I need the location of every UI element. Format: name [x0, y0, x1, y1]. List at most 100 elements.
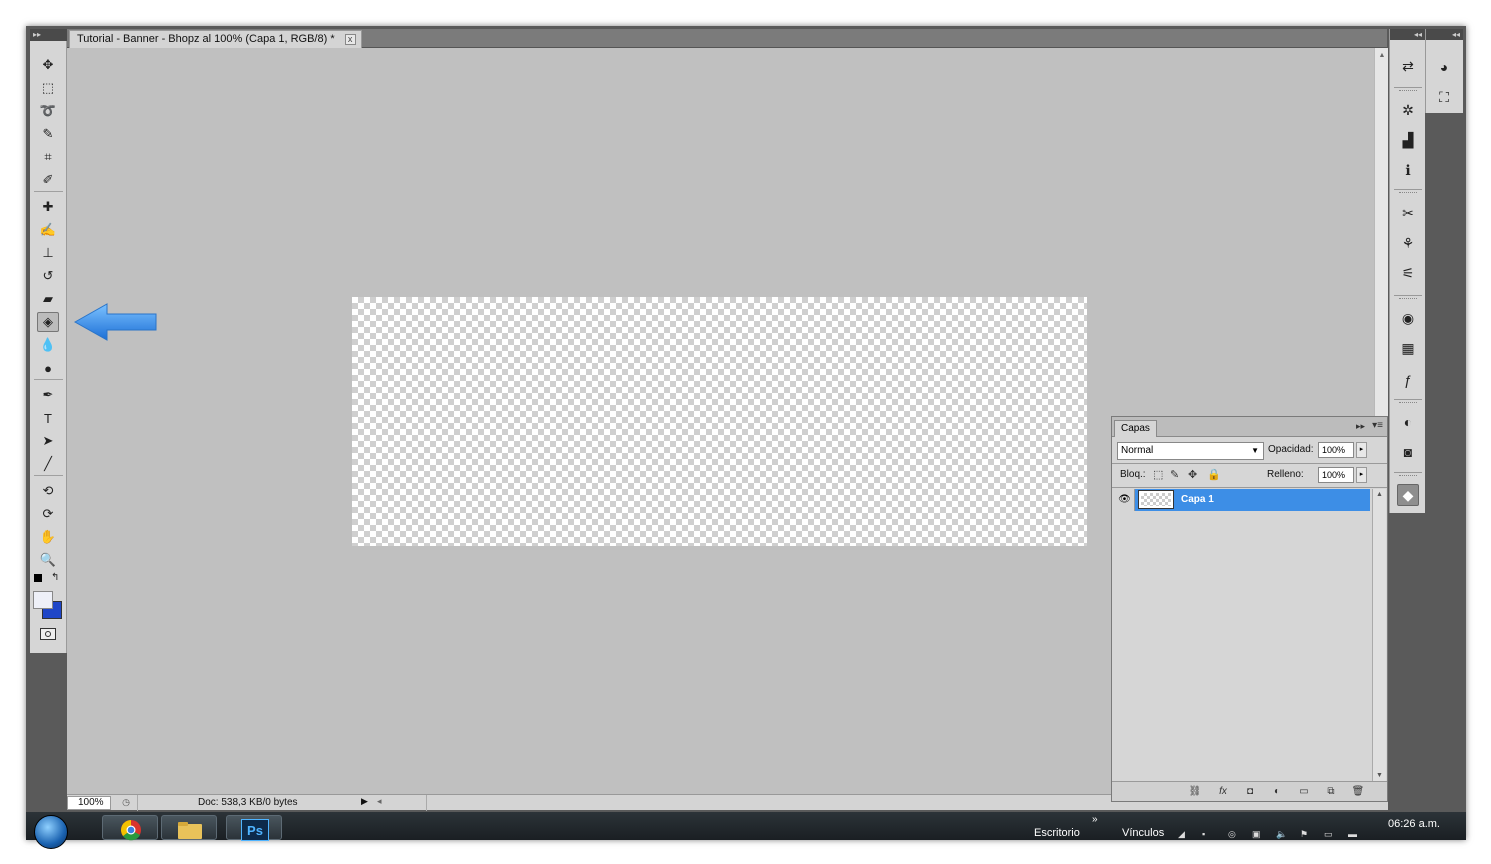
dock2-collapse-icon[interactable]: ◂◂	[1426, 29, 1463, 40]
layer-thumbnail[interactable]	[1138, 490, 1174, 509]
group-icon[interactable]: ▭	[1295, 784, 1313, 800]
new-layer-icon[interactable]: ⧉	[1322, 784, 1340, 800]
histogram-icon[interactable]: ▟	[1397, 129, 1419, 151]
usb-icon[interactable]: ▪	[1202, 829, 1213, 840]
eyedropper-tool[interactable]: ✐	[37, 170, 59, 190]
masks-icon[interactable]: ◙	[1397, 441, 1419, 463]
brush-presets-icon[interactable]: ⚘	[1397, 232, 1419, 254]
dock-grip[interactable]	[1399, 90, 1417, 92]
panel-menu-icon[interactable]: ▾≡	[1372, 420, 1383, 431]
lasso-tool[interactable]: ➰	[37, 101, 59, 121]
layer-row[interactable]: 👁 Capa 1	[1115, 489, 1370, 511]
quick-mask-icon[interactable]	[40, 628, 56, 640]
status-icon[interactable]: ◷	[119, 797, 133, 809]
lock-pixels-icon[interactable]: ✎	[1170, 468, 1179, 481]
foreground-color-swatch[interactable]	[33, 591, 53, 609]
3d-rotate-tool[interactable]: ⟲	[37, 481, 59, 501]
scroll-up-icon[interactable]: ▲	[1373, 491, 1386, 498]
keyboard-icon[interactable]: ▬	[1348, 829, 1359, 840]
fx-icon[interactable]: fx	[1214, 784, 1232, 800]
3d-icon[interactable]: ◕	[1433, 56, 1455, 78]
history-brush-tool[interactable]: ↺	[37, 266, 59, 286]
fill-field[interactable]: 100%	[1318, 467, 1354, 483]
collapse-panel-icon[interactable]: ▸▸	[1356, 421, 1365, 432]
paint-bucket-tool[interactable]: ◈	[37, 312, 59, 332]
move-tool[interactable]: ✥	[37, 55, 59, 75]
tray-app2-icon[interactable]: ▣	[1252, 829, 1263, 840]
clone-stamp-tool[interactable]: ⊥	[37, 243, 59, 263]
close-icon[interactable]: x	[344, 34, 356, 45]
brush-tool[interactable]: ✍	[37, 220, 59, 240]
mask-icon[interactable]: ◘	[1241, 784, 1259, 800]
mini-bridge-icon[interactable]: ⇄	[1397, 55, 1419, 77]
lock-all-icon[interactable]: 🔒	[1207, 468, 1221, 481]
toolbar-expand-icon[interactable]: »	[1092, 814, 1098, 825]
crop-tool[interactable]: ⌗	[37, 147, 59, 167]
default-colors-icon[interactable]	[34, 574, 42, 582]
taskbar-explorer[interactable]	[161, 815, 217, 840]
document-canvas[interactable]	[352, 297, 1087, 546]
scroll-down-icon[interactable]: ▼	[1373, 772, 1386, 779]
quick-selection-tool[interactable]: ✎	[37, 124, 59, 144]
zoom-field[interactable]: 100%	[67, 796, 111, 810]
status-menu-arrow-icon[interactable]: ▶	[361, 796, 368, 807]
adjustments-icon[interactable]: ◐	[1397, 411, 1419, 433]
clock[interactable]: 06:26 a.m.	[1388, 818, 1440, 830]
fill-slider-icon[interactable]: ▸	[1356, 467, 1367, 483]
blend-mode-select[interactable]: Normal ▼	[1117, 442, 1264, 460]
3d-orbit-tool[interactable]: ⟳	[37, 504, 59, 524]
blur-tool[interactable]: 💧	[37, 335, 59, 355]
tab-layers[interactable]: Capas	[1114, 420, 1157, 437]
lock-transparency-icon[interactable]: ⬚	[1153, 468, 1163, 481]
eye-icon[interactable]: 👁	[1115, 489, 1135, 511]
dock-grip[interactable]	[1399, 298, 1417, 300]
transform-icon[interactable]: ⛶	[1433, 86, 1455, 108]
layers-icon[interactable]: ◆	[1397, 484, 1419, 506]
navigator-icon[interactable]: ✲	[1397, 99, 1419, 121]
scroll-left-icon[interactable]: ◂	[377, 796, 382, 807]
dock-grip[interactable]	[1399, 402, 1417, 404]
dock-collapse-icon[interactable]: ◂◂	[1390, 29, 1425, 40]
flag-icon[interactable]: ⚑	[1300, 829, 1311, 840]
swap-colors-icon[interactable]: ↰	[51, 572, 59, 583]
taskbar-photoshop[interactable]: Ps	[226, 815, 282, 841]
dodge-tool[interactable]: ●	[37, 358, 59, 378]
healing-brush-tool[interactable]: ✚	[37, 197, 59, 217]
network-icon[interactable]: ◢	[1178, 829, 1189, 840]
eraser-tool[interactable]: ▰	[37, 289, 59, 309]
volume-icon[interactable]: 🔈	[1276, 829, 1287, 840]
zoom-tool[interactable]: 🔍	[37, 550, 59, 570]
scroll-up-icon[interactable]: ▲	[1375, 52, 1389, 59]
swatches-icon[interactable]: ▦	[1397, 337, 1419, 359]
layers-scrollbar[interactable]: ▲ ▼	[1372, 489, 1386, 781]
tool-presets-icon[interactable]: ✂	[1397, 202, 1419, 224]
hand-tool[interactable]: ✋	[37, 527, 59, 547]
start-button[interactable]	[34, 815, 68, 849]
pen-tool[interactable]: ✒	[37, 385, 59, 405]
layer-name[interactable]: Capa 1	[1181, 489, 1214, 511]
color-icon[interactable]: ◉	[1397, 307, 1419, 329]
path-selection-tool[interactable]: ➤	[37, 431, 59, 451]
line-tool[interactable]: ╱	[37, 454, 59, 474]
opacity-slider-icon[interactable]: ▸	[1356, 442, 1367, 458]
trash-icon[interactable]: 🗑	[1349, 784, 1367, 800]
taskbar-chrome[interactable]	[102, 815, 158, 841]
marquee-tool[interactable]: ⬚	[37, 78, 59, 98]
document-tab[interactable]: Tutorial - Banner - Bhopz al 100% (Capa …	[69, 30, 362, 48]
doc-info[interactable]: Doc: 538,3 KB/0 bytes	[137, 795, 427, 811]
toolbar-desktop[interactable]: Escritorio	[1034, 827, 1080, 839]
info-icon[interactable]: ℹ	[1397, 159, 1419, 181]
monitor-icon[interactable]: ▭	[1324, 829, 1335, 840]
toolbar-links[interactable]: Vínculos	[1122, 827, 1164, 839]
styles-icon[interactable]: ƒ	[1397, 369, 1419, 391]
type-tool[interactable]: T	[37, 408, 59, 428]
adjustment-icon[interactable]: ◐	[1268, 784, 1286, 800]
opacity-field[interactable]: 100%	[1318, 442, 1354, 458]
lock-position-icon[interactable]: ✥	[1188, 468, 1197, 481]
tray-app-icon[interactable]: ◎	[1228, 829, 1239, 840]
link-icon[interactable]: ⛓	[1186, 784, 1204, 800]
dock-grip[interactable]	[1399, 192, 1417, 194]
clone-source-icon[interactable]: ⚟	[1397, 262, 1419, 284]
toolbox-grip[interactable]: ▸▸	[30, 29, 67, 41]
dock-grip[interactable]	[1399, 475, 1417, 477]
